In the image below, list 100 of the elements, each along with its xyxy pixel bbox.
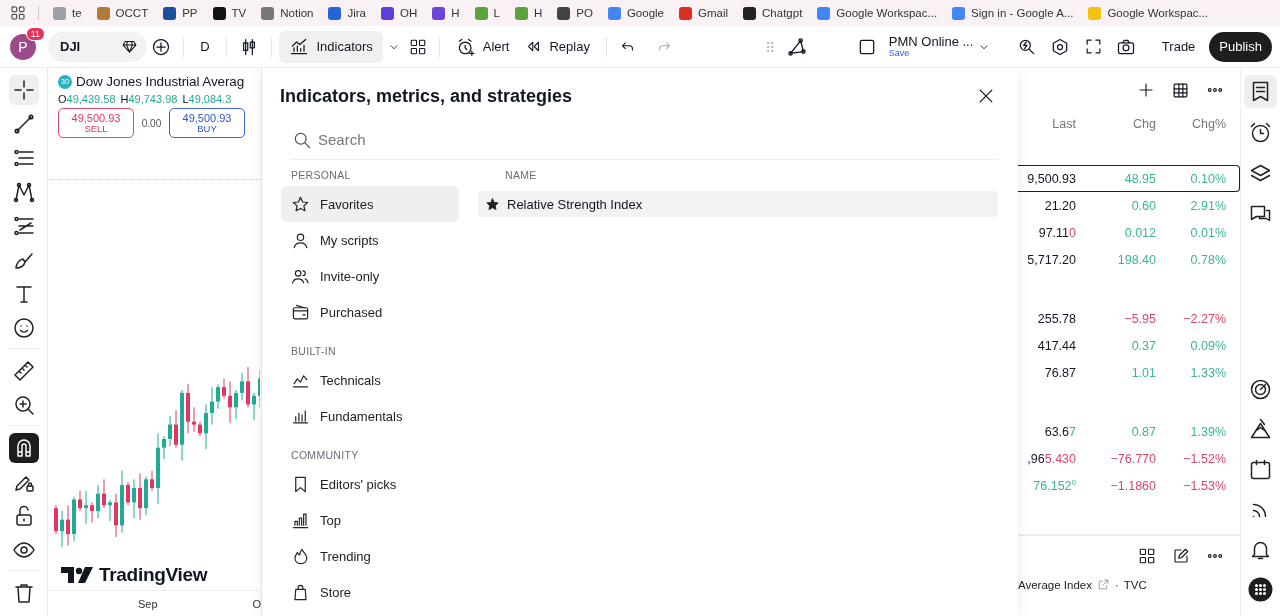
candle (84, 490, 88, 525)
candle (150, 470, 154, 492)
favicon-icon (261, 6, 275, 20)
candle (102, 478, 106, 509)
layout-grid-icon[interactable] (1138, 547, 1156, 565)
favicon-icon (163, 6, 177, 20)
bookmark-link[interactable]: Google Workspac... (1088, 6, 1209, 20)
bookmark-link[interactable]: Chatgpt (743, 6, 803, 20)
watchlist-icon[interactable] (1244, 75, 1277, 108)
sell-button[interactable]: 49,500.93 SELL (58, 108, 134, 138)
bookmark-link[interactable]: H (515, 6, 543, 20)
crosshair-icon[interactable] (8, 75, 39, 105)
last-price: 76.87 (1043, 365, 1076, 380)
last-price: 255.78 (1036, 311, 1076, 326)
candle (228, 380, 232, 424)
ohlc-value: 49,743.98 (128, 93, 178, 105)
category-item[interactable]: Editors' picks (281, 466, 459, 502)
trade-button[interactable]: Trade (1153, 30, 1204, 63)
bookmark-link[interactable]: PO (557, 6, 593, 20)
bookmark-link[interactable]: H (432, 6, 460, 20)
change-percent: −1.53% (1182, 478, 1226, 493)
candle (72, 496, 76, 542)
add-symbol-icon[interactable] (1137, 81, 1155, 99)
star-icon[interactable] (485, 196, 500, 212)
bookmark-link[interactable]: Sign in - Google A... (952, 6, 1074, 20)
bookmark-link[interactable]: Gmail (679, 6, 729, 20)
interval-button[interactable]: D (192, 30, 218, 63)
category-item[interactable]: Purchased (281, 294, 459, 330)
column-header: Chg% (1190, 117, 1226, 131)
bookmark-link[interactable]: TV (212, 6, 247, 20)
dialog-title: Indicators, metrics, and strategies (280, 85, 573, 107)
bookmark-link[interactable]: OH (381, 6, 418, 20)
candle (114, 493, 118, 538)
watchlist-row[interactable]: 5,717.20 198.40 0.78% (1018, 246, 1240, 273)
favicon-icon (743, 6, 757, 20)
candle (90, 501, 94, 523)
diamond-icon[interactable] (121, 38, 139, 55)
favicon-icon (557, 6, 571, 20)
favicon-icon (328, 6, 342, 20)
watchlist-row[interactable]: 255.78 −5.95 −2.27% (1018, 305, 1240, 332)
bookmark-link[interactable]: te (53, 6, 82, 20)
magnet-icon[interactable] (8, 433, 39, 463)
bookmark-link[interactable]: Google (607, 6, 664, 20)
category-item[interactable]: Favorites (281, 186, 459, 222)
bookmark-link[interactable]: Notion (261, 6, 314, 20)
category-item[interactable]: My scripts (281, 222, 459, 258)
candle (192, 406, 196, 433)
watchlist-row[interactable]: ,965.430 −76.770 −1.52% (1018, 445, 1240, 472)
category-item[interactable]: Technicals (281, 362, 459, 398)
candle (144, 475, 148, 516)
bookmark-link[interactable]: PP (163, 6, 198, 20)
bookmark-link[interactable]: OCCT (96, 6, 149, 20)
last-price: 97.110 (1037, 225, 1076, 240)
logo-text: TradingView (99, 564, 208, 586)
indicators-button[interactable]: Indicators (279, 30, 383, 63)
watchlist-row[interactable]: 417.44 0.37 0.09% (1018, 332, 1240, 359)
watchlist-row[interactable]: 76.87 1.01 1.33% (1018, 359, 1240, 386)
external-link-icon[interactable] (1096, 578, 1110, 591)
watchlist-row[interactable]: 63.67 0.87 1.39% (1018, 418, 1240, 445)
bookmark-link[interactable]: Google Workspac... (817, 6, 938, 20)
search-field[interactable]: Search (318, 131, 998, 148)
drawing-tools-icon[interactable] (786, 35, 809, 58)
candle (66, 504, 70, 547)
edit-icon[interactable] (1172, 547, 1190, 565)
publish-button[interactable]: Publish (1209, 31, 1272, 62)
alert-button[interactable]: Alert (447, 30, 518, 63)
candle (126, 481, 130, 506)
symbol-search-field[interactable]: DJI (48, 31, 148, 62)
watchlist-row[interactable]: 21.20 0.60 2.91% (1018, 192, 1240, 219)
candle (240, 372, 244, 401)
indicator-row[interactable]: Relative Strength Index (478, 191, 998, 217)
favicon-icon (432, 6, 446, 20)
category-item[interactable]: Store (281, 574, 459, 610)
bookmark-link[interactable]: L (474, 6, 500, 20)
add-icon[interactable] (151, 36, 172, 57)
ohlc-label: O (58, 93, 67, 105)
last-price: 417.44 (1036, 338, 1076, 353)
section-heading: PERSONAL (290, 168, 352, 183)
candle (210, 386, 214, 426)
watchlist-row[interactable]: 9,500.93 48.95 0.10% (1018, 165, 1240, 192)
source-name: Average Index (1018, 578, 1092, 591)
category-item[interactable]: Trending (281, 538, 459, 574)
ohlc-value: 49,439.58 (66, 93, 116, 105)
favicon-icon (952, 6, 966, 20)
buy-button[interactable]: 49,500.93 BUY (169, 108, 245, 138)
bookmark-link[interactable]: Jira (328, 6, 366, 20)
category-item[interactable]: Invite-only (281, 258, 459, 294)
change-value: 198.40 (1116, 252, 1156, 267)
category-item[interactable]: Top (281, 502, 459, 538)
replay-button[interactable]: Replay (517, 30, 598, 63)
apps-icon[interactable] (10, 5, 26, 21)
watchlist-row[interactable]: 97.110 0.012 0.01% (1018, 219, 1240, 246)
candle (96, 484, 100, 519)
category-item[interactable]: Fundamentals (281, 398, 459, 434)
watchlist-row[interactable]: 76.152$^{0}$ −1.1860 −1.53% (1018, 472, 1240, 499)
separator-dot: · (1114, 578, 1119, 591)
change-percent: 1.33% (1189, 365, 1226, 380)
layout-name-button[interactable]: PMN Online ... Save (888, 35, 974, 58)
change-percent: 0.10% (1189, 171, 1226, 186)
layout-grid-icon[interactable] (408, 37, 427, 56)
